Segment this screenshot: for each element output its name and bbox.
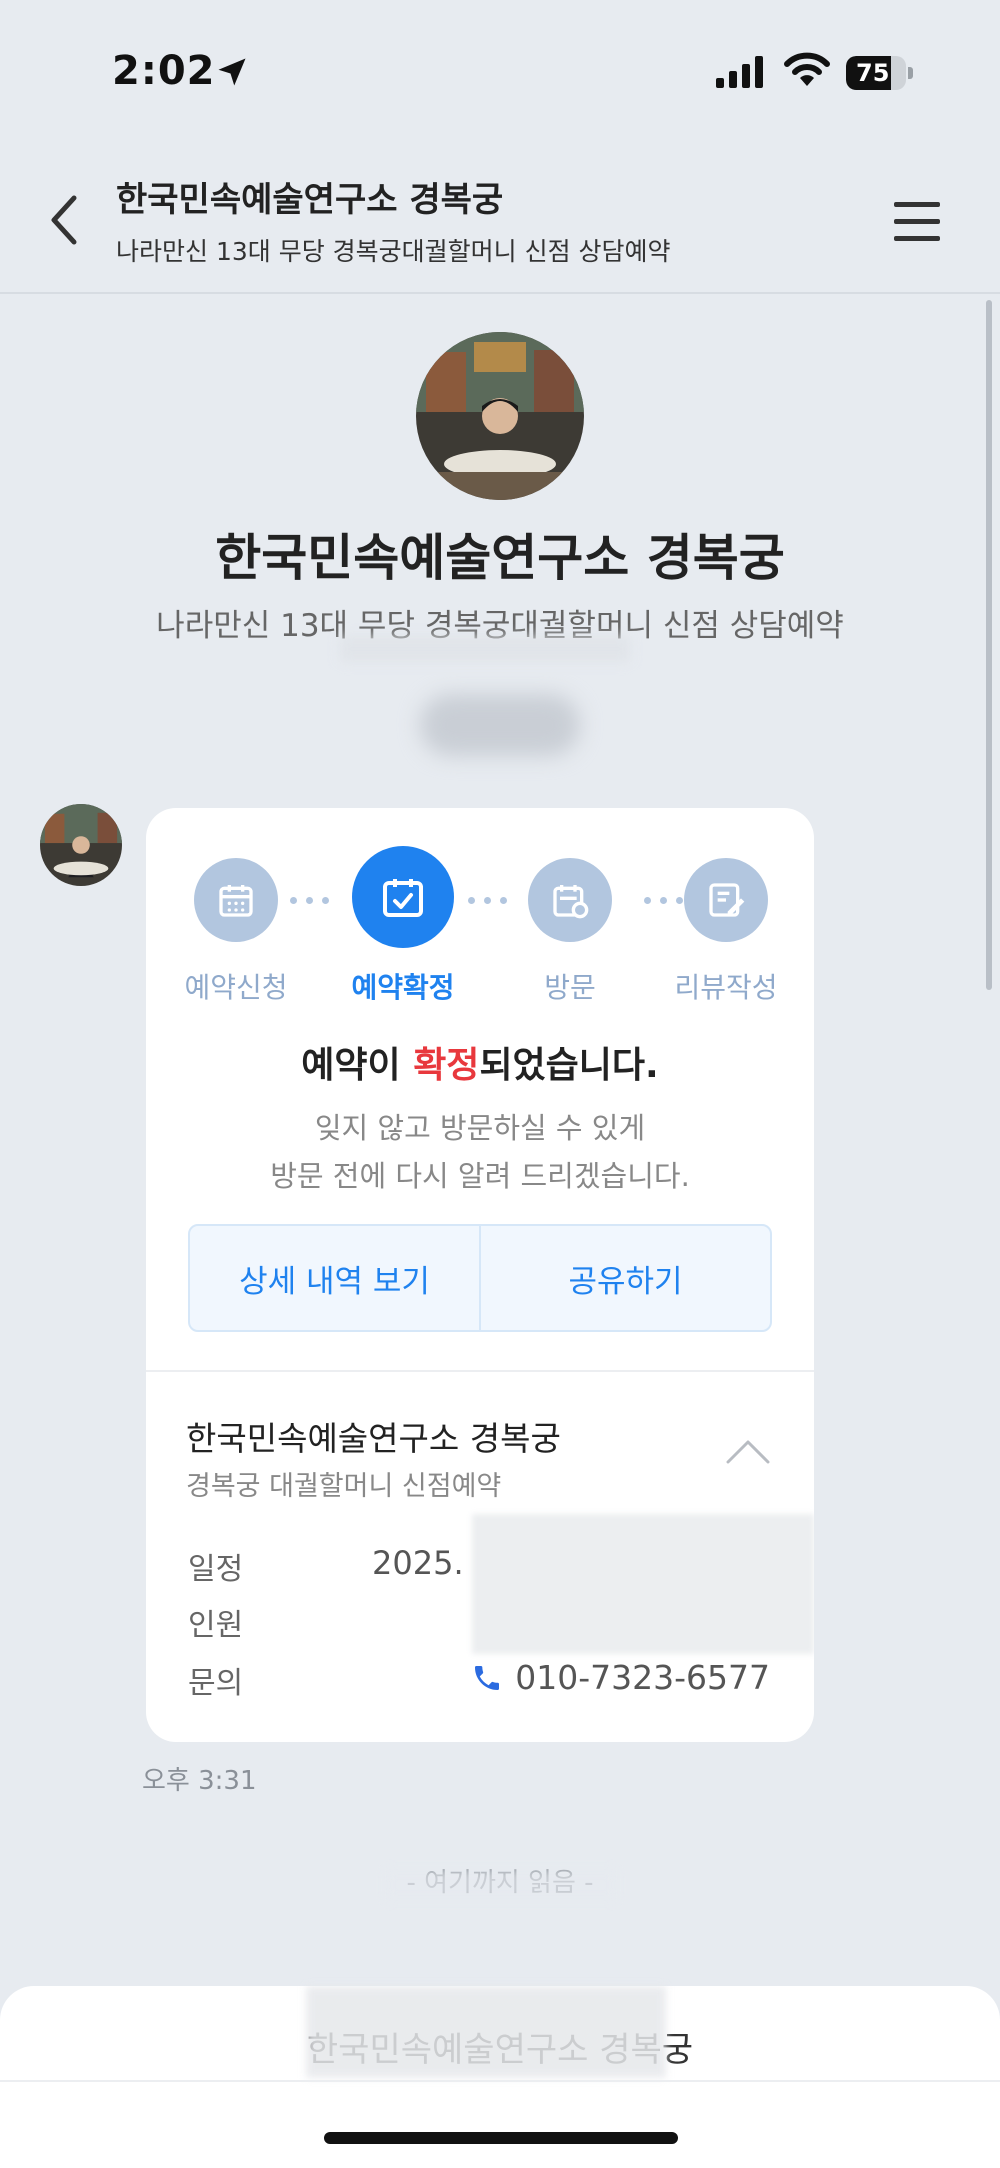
confirm-highlight: 확정 xyxy=(413,1045,480,1086)
battery-percent: 75 xyxy=(856,59,890,87)
confirm-title: 예약이 확정되었습니다. xyxy=(301,1045,659,1086)
step-review xyxy=(684,858,768,942)
redacted-details xyxy=(472,1514,814,1654)
schedule-value: 2025. xyxy=(372,1544,464,1582)
step-connector xyxy=(468,897,507,904)
step-connector xyxy=(644,897,683,904)
calendar-check-icon xyxy=(383,879,423,917)
nav-bar: 한국민속예술연구소 경복궁 나라만신 13대 무당 경복궁대궐할머니 신점 상담… xyxy=(0,150,1000,294)
schedule-label: 일정 xyxy=(188,1552,244,1587)
step-label-review: 리뷰작성 xyxy=(674,971,778,1004)
phone-link[interactable]: 010-7323-6577 xyxy=(471,1658,770,1697)
wifi-icon xyxy=(784,52,830,86)
cellular-signal-icon xyxy=(716,56,763,88)
message-time: 오후 3:31 xyxy=(142,1766,257,1796)
location-arrow-icon xyxy=(218,58,246,86)
share-button[interactable]: 공유하기 xyxy=(479,1226,770,1330)
battery-indicator: 75 xyxy=(846,56,913,90)
step-label-request: 예약신청 xyxy=(184,971,288,1004)
step-confirmed xyxy=(352,846,454,948)
redacted-overlay xyxy=(386,1870,616,1900)
confirm-description: 잊지 않고 방문하실 수 있게 방문 전에 다시 알려 드리겠습니다. xyxy=(270,1111,690,1193)
step-visit xyxy=(528,858,612,942)
people-label: 인원 xyxy=(188,1608,244,1643)
step-request xyxy=(194,858,278,942)
back-chevron-icon[interactable] xyxy=(40,190,90,250)
nav-subtitle: 나라만신 13대 무당 경복궁대궐할머니 신점 상담예약 xyxy=(116,237,671,266)
redacted-text xyxy=(340,636,630,662)
action-button-group: 상세 내역 보기 공유하기 xyxy=(188,1224,772,1332)
card-divider xyxy=(146,1370,814,1372)
chevron-up-icon[interactable] xyxy=(724,1436,772,1466)
step-label-confirmed: 예약확정 xyxy=(351,971,455,1004)
profile-avatar xyxy=(416,332,584,500)
bot-avatar[interactable] xyxy=(40,804,122,886)
calendar-icon xyxy=(219,885,253,917)
view-details-button[interactable]: 상세 내역 보기 xyxy=(190,1226,479,1330)
redacted-overlay xyxy=(306,1986,666,2078)
home-indicator[interactable] xyxy=(324,2132,678,2144)
nav-title: 한국민속예술연구소 경복궁 xyxy=(116,180,504,220)
sheet-divider xyxy=(0,2080,1000,2082)
status-bar: 2:02 75 xyxy=(0,0,1000,150)
reservation-card: 예약신청 예약확정 방문 리뷰작성 예약이 확정되었습니다. 잊지 않고 방문하… xyxy=(146,808,814,1742)
profile-name: 한국민속예술연구소 경복궁 xyxy=(215,529,785,587)
visit-icon xyxy=(553,885,589,919)
bottom-sheet: 한국민속예술연구소 경복궁 xyxy=(0,1986,1000,2168)
hamburger-menu-icon[interactable] xyxy=(890,196,946,248)
shop-name: 한국민속예술연구소 경복궁 xyxy=(186,1419,561,1458)
step-label-visit: 방문 xyxy=(544,971,596,1004)
step-connector xyxy=(290,897,329,904)
scrollbar[interactable] xyxy=(986,300,992,990)
status-time: 2:02 xyxy=(112,48,216,94)
contact-label: 문의 xyxy=(188,1666,244,1701)
redacted-button xyxy=(420,694,580,756)
phone-icon xyxy=(475,1665,500,1690)
phone-number: 010-7323-6577 xyxy=(515,1658,770,1697)
shop-subtitle: 경복궁 대궐할머니 신점예약 xyxy=(186,1471,502,1502)
review-edit-icon xyxy=(709,883,745,917)
